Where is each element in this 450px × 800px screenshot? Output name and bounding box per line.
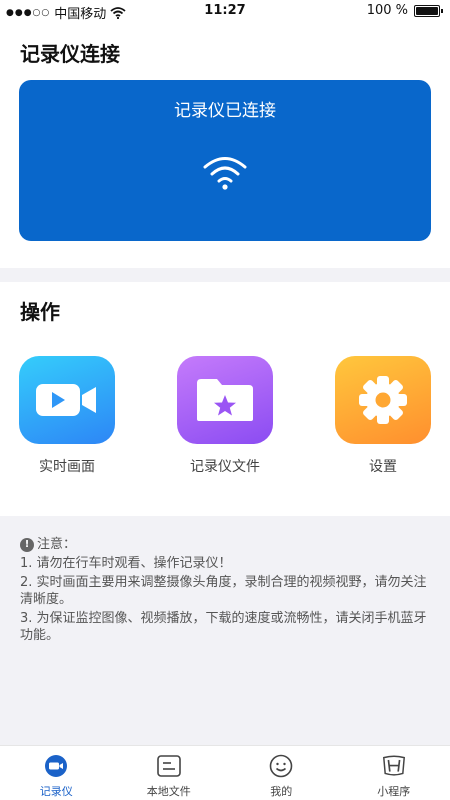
note-line: 3. 为保证监控图像、视频播放，下载的速度或流畅性，请关闭手机蓝牙功能。 <box>20 611 427 643</box>
settings-tile[interactable] <box>335 356 431 444</box>
live-view-button[interactable]: 实时画面 <box>19 356 115 476</box>
note-line: 2. 实时画面主要用来调整摄像头角度，录制合理的视频视野，请勿关注清晰度。 <box>20 575 427 607</box>
tab-local-files[interactable]: 本地文件 <box>113 746 226 800</box>
status-right: 100 % <box>366 3 443 18</box>
wifi-connected-icon <box>203 157 247 190</box>
settings-label: 设置 <box>369 459 397 475</box>
notes-heading: 注意： <box>37 537 77 552</box>
tab-mini-program-label: 小程序 <box>377 785 411 798</box>
notes-panel: ! 注意： 1. 请勿在行车时观看、操作记录仪！ 2. 实时画面主要用来调整摄像… <box>20 536 432 646</box>
smiley-icon <box>268 754 294 778</box>
video-camera-icon <box>36 384 96 416</box>
operations-section: 操作 实时画面 记录仪文件 设置 <box>0 282 450 516</box>
bottom-tab-bar: 记录仪 本地文件 我的 小程序 <box>0 745 450 800</box>
note-line: 1. 请勿在行车时观看、操作记录仪！ <box>20 556 232 571</box>
recorder-icon <box>43 754 69 778</box>
gear-icon <box>359 376 407 424</box>
local-files-icon <box>156 754 182 778</box>
settings-button[interactable]: 设置 <box>335 356 431 476</box>
tab-mine-label: 我的 <box>270 785 293 798</box>
recorder-files-button[interactable]: 记录仪文件 <box>177 356 273 476</box>
tab-local-files-label: 本地文件 <box>146 785 191 798</box>
tab-recorder[interactable]: 记录仪 <box>0 746 113 800</box>
tab-recorder-label: 记录仪 <box>39 785 73 798</box>
battery-icon <box>414 4 443 17</box>
honda-logo-icon <box>381 754 407 778</box>
tab-mini-program[interactable]: 小程序 <box>338 746 450 800</box>
notes-header: ! 注意： <box>20 536 432 553</box>
operations-title: 操作 <box>20 300 60 324</box>
status-bar: ●●●○○ 中国移动 11:27 100 % <box>0 0 450 22</box>
device-status-text: 记录仪已连接 <box>174 101 276 121</box>
tab-mine[interactable]: 我的 <box>225 746 338 800</box>
folder-star-icon <box>197 379 253 421</box>
connect-title: 记录仪连接 <box>20 42 120 66</box>
connect-section: 记录仪连接 记录仪已连接 <box>0 22 450 268</box>
live-view-tile[interactable] <box>19 356 115 444</box>
battery-fill <box>416 6 438 15</box>
battery-percent: 100 % <box>366 3 408 18</box>
exclamation-icon: ! <box>20 537 34 552</box>
recorder-files-tile[interactable] <box>177 356 273 444</box>
live-view-label: 实时画面 <box>39 459 95 475</box>
recorder-files-label: 记录仪文件 <box>190 459 260 475</box>
device-status-card[interactable]: 记录仪已连接 <box>19 80 431 241</box>
